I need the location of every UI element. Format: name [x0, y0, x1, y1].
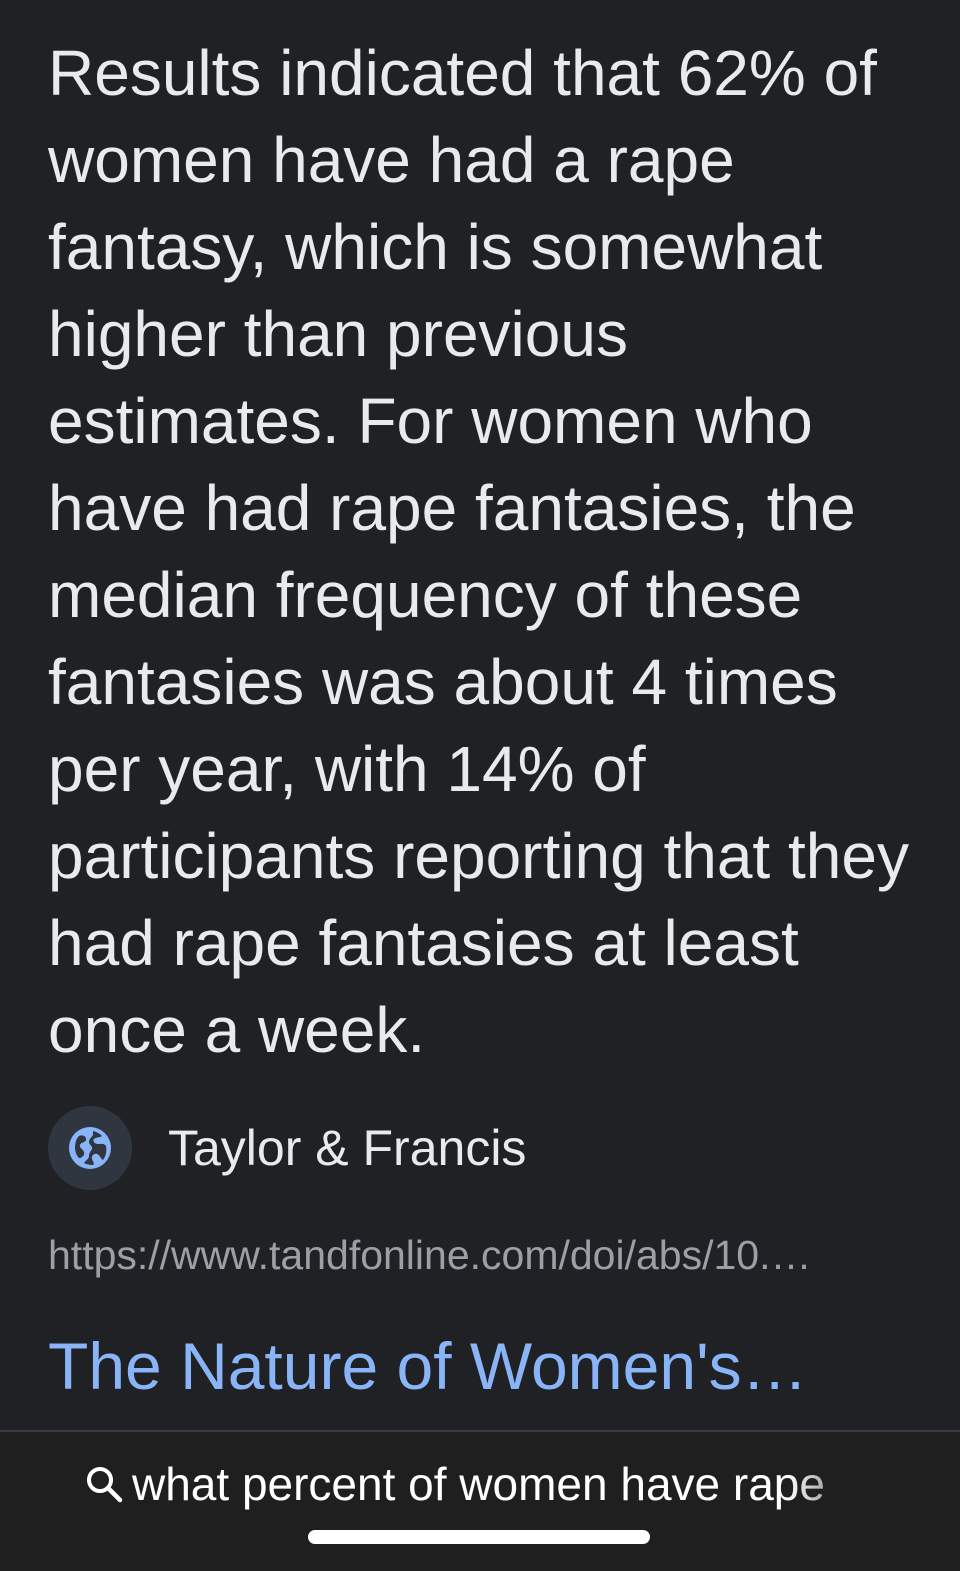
source-row[interactable]: Taylor & Francis [48, 1106, 526, 1190]
source-favicon [48, 1106, 132, 1190]
search-query-pill[interactable]: what percent of women have rape [84, 1454, 884, 1514]
search-query-text: what percent of women have rape [132, 1458, 825, 1510]
featured-snippet-text: Results indicated that 62% of women have… [48, 37, 909, 1066]
source-url[interactable]: https://www.tandfonline.com/doi/abs/10.… [48, 1232, 918, 1279]
result-title-link[interactable]: The Nature of Women's… [48, 1328, 928, 1404]
source-name: Taylor & Francis [168, 1120, 527, 1176]
search-icon [84, 1464, 124, 1504]
bottom-search-bar: what percent of women have rape [0, 1430, 960, 1571]
globe-icon [69, 1127, 111, 1169]
home-indicator[interactable] [308, 1530, 650, 1544]
